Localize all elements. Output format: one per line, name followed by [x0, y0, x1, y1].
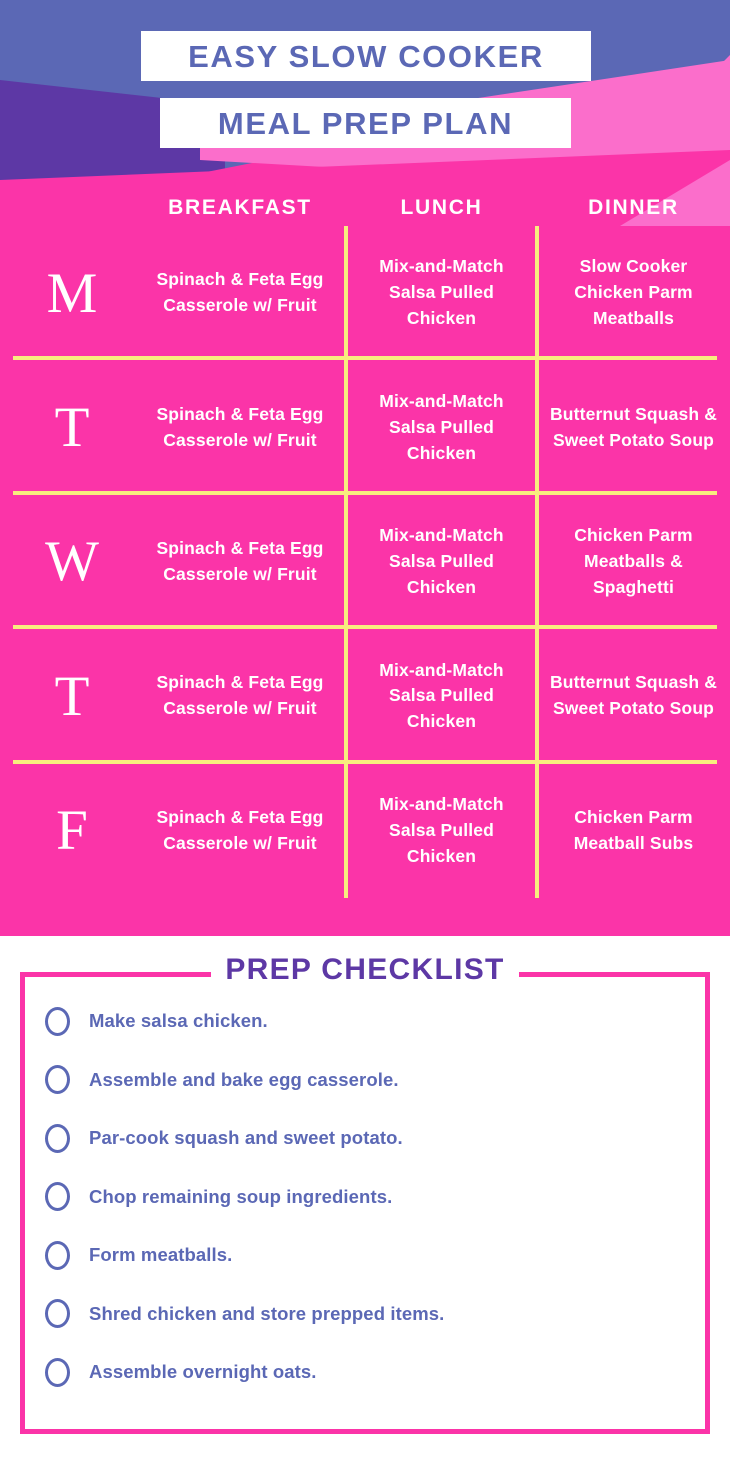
day-letter: T: [54, 396, 90, 460]
checklist-title: PREP CHECKLIST: [0, 953, 730, 986]
checklist-item-label: Chop remaining soup ingredients.: [89, 1185, 393, 1207]
list-item[interactable]: Chop remaining soup ingredients.: [45, 1168, 706, 1227]
meal-cell-dinner: Chicken Parm Meatball Subs: [573, 806, 694, 853]
checklist-item-label: Shred chicken and store prepped items.: [89, 1302, 445, 1324]
meal-cell-dinner: Butternut Squash & Sweet Potato Soup: [549, 403, 717, 450]
column-header-day-spacer: [0, 190, 134, 226]
meal-cell-lunch: Mix-and-Match Salsa Pulled Chicken: [379, 659, 504, 732]
list-item[interactable]: Make salsa chicken.: [45, 992, 706, 1051]
day-letter: T: [54, 664, 90, 728]
checkbox-icon[interactable]: [45, 1006, 70, 1036]
table-row: T Spinach & Feta Egg Casserole w/ Fruit …: [0, 629, 730, 764]
table-row: F Spinach & Feta Egg Casserole w/ Fruit …: [0, 764, 730, 898]
checklist-title-text: PREP CHECKLIST: [211, 953, 519, 986]
meal-cell-dinner: Chicken Parm Meatballs & Spaghetti: [574, 525, 693, 597]
checklist-item-label: Assemble and bake egg casserole.: [89, 1068, 399, 1090]
title-box-primary: EASY SLOW COOKER: [141, 31, 591, 81]
page-title-line-2: MEAL PREP PLAN: [217, 105, 514, 141]
meal-plan-table: M Spinach & Feta Egg Casserole w/ Fruit …: [0, 226, 730, 936]
meal-cell-lunch: Mix-and-Match Salsa Pulled Chicken: [379, 390, 504, 463]
day-letter: F: [56, 799, 88, 863]
meal-cell-breakfast: Spinach & Feta Egg Casserole w/ Fruit: [156, 672, 324, 719]
list-item[interactable]: Par-cook squash and sweet potato.: [45, 1109, 706, 1168]
meal-cell-breakfast: Spinach & Feta Egg Casserole w/ Fruit: [156, 269, 324, 316]
checkbox-icon[interactable]: [45, 1123, 70, 1153]
list-item[interactable]: Assemble overnight oats.: [45, 1343, 706, 1402]
header-banner: EASY SLOW COOKER MEAL PREP PLAN BREAKFAS…: [0, 0, 730, 226]
checklist-item-label: Par-cook squash and sweet potato.: [89, 1127, 403, 1149]
day-letter: M: [46, 261, 98, 325]
meal-cell-dinner: Slow Cooker Chicken Parm Meatballs: [574, 256, 693, 329]
checklist-items-list: Make salsa chicken. Assemble and bake eg…: [45, 992, 706, 1402]
list-item[interactable]: Shred chicken and store prepped items.: [45, 1285, 706, 1344]
meal-cell-dinner: Butternut Squash & Sweet Potato Soup: [549, 672, 717, 719]
checkbox-icon[interactable]: [45, 1357, 70, 1387]
column-header-lunch: LUNCH: [400, 196, 483, 219]
column-header-breakfast: BREAKFAST: [168, 196, 312, 219]
meal-cell-breakfast: Spinach & Feta Egg Casserole w/ Fruit: [156, 806, 324, 853]
day-letter: W: [45, 530, 99, 594]
list-item[interactable]: Form meatballs.: [45, 1226, 706, 1285]
list-item[interactable]: Assemble and bake egg casserole.: [45, 1051, 706, 1110]
checkbox-icon[interactable]: [45, 1065, 70, 1095]
table-column-headers: BREAKFAST LUNCH DINNER: [0, 190, 730, 226]
table-row: T Spinach & Feta Egg Casserole w/ Fruit …: [0, 360, 730, 495]
meal-cell-breakfast: Spinach & Feta Egg Casserole w/ Fruit: [156, 403, 324, 450]
checkbox-icon[interactable]: [45, 1182, 70, 1212]
page-title-line-1: EASY SLOW COOKER: [188, 38, 544, 74]
checkbox-icon[interactable]: [45, 1299, 70, 1329]
table-row: W Spinach & Feta Egg Casserole w/ Fruit …: [0, 495, 730, 630]
meal-cell-breakfast: Spinach & Feta Egg Casserole w/ Fruit: [156, 538, 324, 584]
table-row: M Spinach & Feta Egg Casserole w/ Fruit …: [0, 226, 730, 361]
title-box-secondary: MEAL PREP PLAN: [160, 98, 571, 148]
meal-cell-lunch: Mix-and-Match Salsa Pulled Chicken: [379, 793, 504, 866]
meal-cell-lunch: Mix-and-Match Salsa Pulled Chicken: [379, 525, 504, 597]
checkbox-icon[interactable]: [45, 1240, 70, 1270]
checklist-item-label: Form meatballs.: [89, 1244, 233, 1266]
prep-checklist-section: PREP CHECKLIST Make salsa chicken. Assem…: [0, 936, 730, 1471]
checklist-item-label: Assemble overnight oats.: [89, 1361, 317, 1383]
checklist-item-label: Make salsa chicken.: [89, 1010, 268, 1032]
meal-cell-lunch: Mix-and-Match Salsa Pulled Chicken: [379, 256, 504, 329]
column-header-dinner: DINNER: [588, 196, 679, 219]
